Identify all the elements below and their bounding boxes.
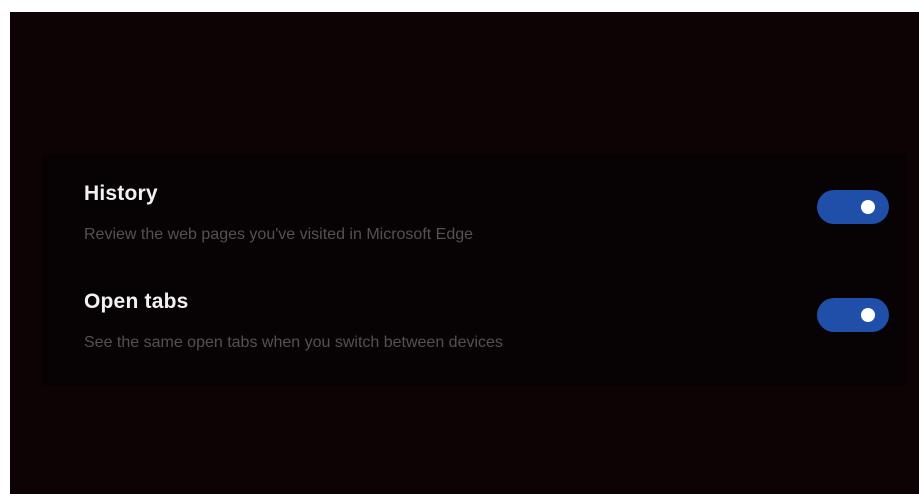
setting-title-open-tabs: Open tabs [84, 290, 189, 313]
settings-screen: History Review the web pages you've visi… [10, 12, 919, 494]
setting-row-open-tabs: Open tabs See the same open tabs when yo… [42, 284, 906, 384]
toggle-knob [861, 308, 875, 322]
sync-settings-panel: History Review the web pages you've visi… [42, 154, 906, 386]
toggle-knob [861, 200, 875, 214]
setting-title-history: History [84, 182, 158, 205]
setting-description-history: Review the web pages you've visited in M… [84, 226, 474, 243]
open-tabs-toggle[interactable] [817, 298, 889, 332]
setting-description-open-tabs: See the same open tabs when you switch b… [84, 334, 503, 351]
history-toggle[interactable] [817, 190, 889, 224]
setting-row-history: History Review the web pages you've visi… [42, 176, 906, 276]
